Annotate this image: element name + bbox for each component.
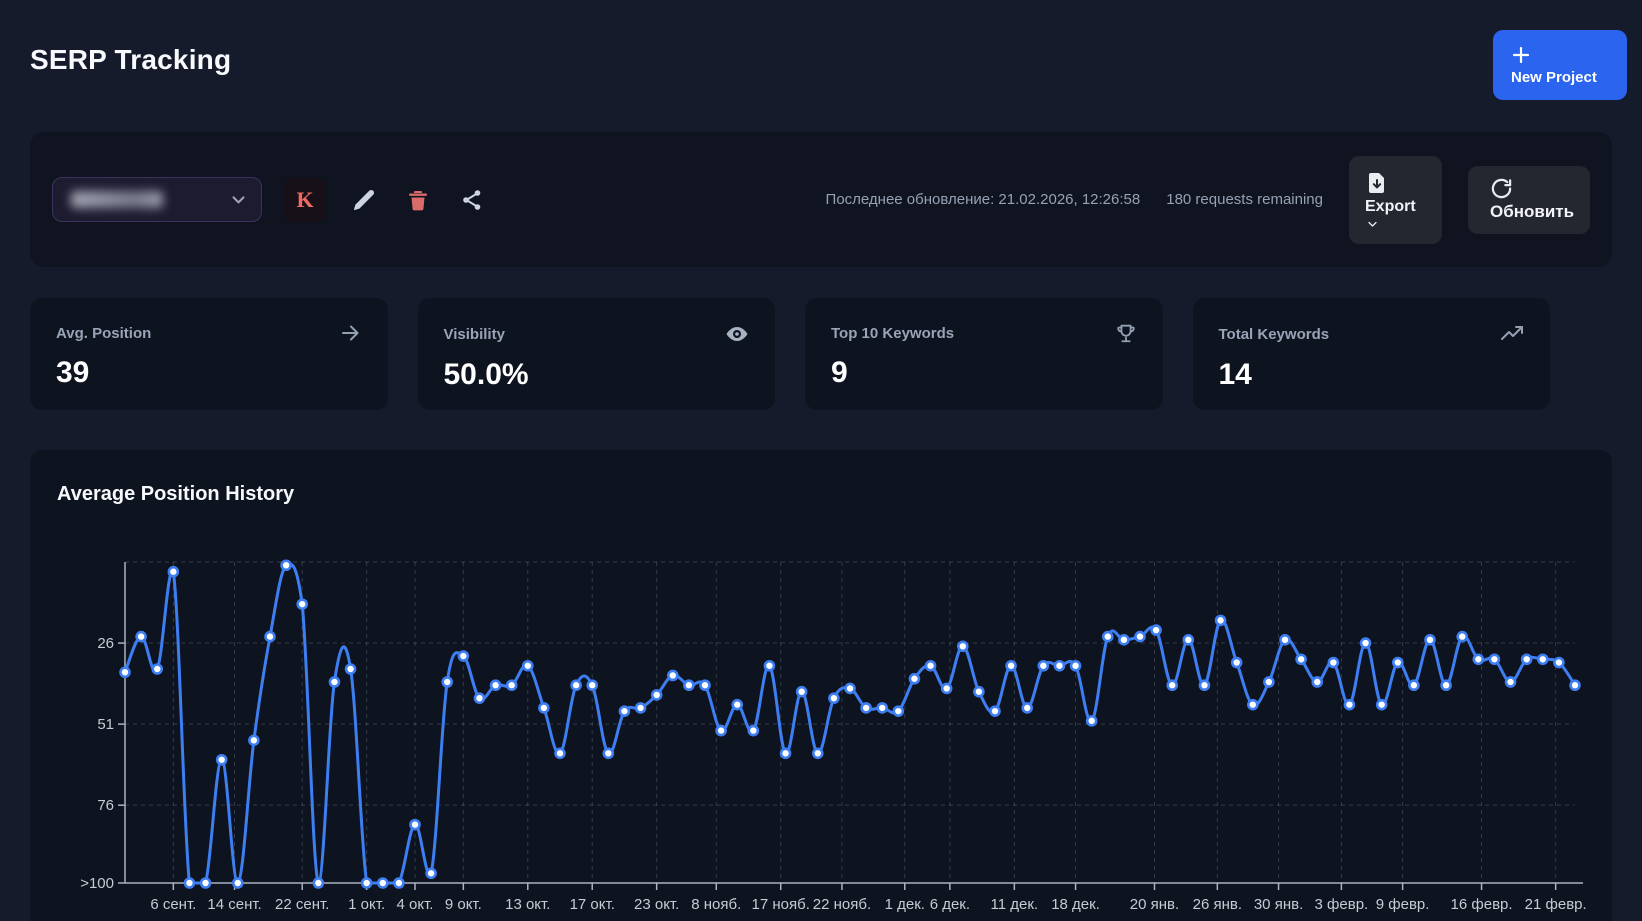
eye-icon — [725, 322, 749, 346]
svg-text:13 окт.: 13 окт. — [505, 896, 550, 913]
export-button[interactable]: Export — [1349, 156, 1442, 244]
toolbar-left: K — [52, 177, 488, 222]
svg-text:3 февр.: 3 февр. — [1315, 896, 1369, 913]
svg-text:11 дек.: 11 дек. — [991, 896, 1039, 913]
stat-label: Total Keywords — [1219, 326, 1330, 343]
svg-text:9 февр.: 9 февр. — [1376, 896, 1430, 913]
stat-label: Visibility — [444, 326, 505, 343]
svg-text:17 нояб.: 17 нояб. — [752, 896, 810, 913]
svg-text:76: 76 — [97, 797, 114, 814]
stat-value: 50.0% — [444, 358, 750, 392]
edit-project-button[interactable] — [348, 184, 380, 216]
share-icon — [460, 188, 484, 212]
share-project-button[interactable] — [456, 184, 488, 216]
pencil-icon — [352, 188, 376, 212]
stat-label: Top 10 Keywords — [831, 325, 954, 342]
svg-text:8 нояб.: 8 нояб. — [691, 896, 741, 913]
project-select-value-redacted — [71, 191, 163, 208]
stat-card-visibility: Visibility 50.0% — [418, 298, 776, 410]
refresh-button[interactable]: Обновить — [1468, 166, 1590, 234]
stat-card-total-keywords: Total Keywords 14 — [1193, 298, 1551, 410]
svg-text:14 сент.: 14 сент. — [207, 896, 261, 913]
chevron-down-icon — [230, 191, 247, 208]
svg-text:17 окт.: 17 окт. — [570, 896, 615, 913]
svg-text:>100: >100 — [80, 875, 114, 892]
svg-text:21 февр.: 21 февр. — [1525, 896, 1587, 913]
svg-text:30 янв.: 30 янв. — [1254, 896, 1303, 913]
project-select[interactable] — [52, 177, 262, 222]
svg-text:16 февр.: 16 февр. — [1451, 896, 1513, 913]
page-title: SERP Tracking — [30, 44, 231, 76]
serp-tracking-page: SERP Tracking New Project K — [0, 0, 1642, 921]
new-project-button[interactable]: New Project — [1493, 30, 1627, 100]
stats-row: Avg. Position 39 Visibility 50.0% — [30, 298, 1550, 410]
export-label: Export — [1365, 198, 1442, 216]
file-download-icon — [1365, 171, 1442, 195]
trophy-icon — [1115, 322, 1137, 344]
svg-text:22 нояб.: 22 нояб. — [813, 896, 871, 913]
svg-text:6 дек.: 6 дек. — [930, 896, 970, 913]
delete-project-button[interactable] — [402, 184, 434, 216]
requests-remaining-text: 180 requests remaining — [1166, 191, 1323, 208]
svg-text:26: 26 — [97, 635, 114, 652]
svg-text:1 дек.: 1 дек. — [885, 896, 925, 913]
plus-icon — [1511, 45, 1627, 65]
trending-up-icon — [1500, 322, 1524, 346]
svg-text:18 дек.: 18 дек. — [1051, 896, 1100, 913]
new-project-label: New Project — [1511, 69, 1627, 86]
toolbar-right: Последнее обновление: 21.02.2026, 12:26:… — [826, 156, 1590, 244]
svg-text:51: 51 — [97, 716, 114, 733]
svg-text:20 янв.: 20 янв. — [1130, 896, 1179, 913]
svg-text:26 янв.: 26 янв. — [1193, 896, 1242, 913]
last-update-text: Последнее обновление: 21.02.2026, 12:26:… — [826, 191, 1141, 208]
chevron-down-icon — [1365, 218, 1442, 230]
avg-position-history-panel: Average Position History 26 51 76 >100 6 сен… — [30, 450, 1612, 921]
refresh-label: Обновить — [1490, 202, 1590, 222]
avg-position-history-chart: 26 51 76 >100 6 сент. 14 сент. 22 сент. 1 окт. 4… — [30, 530, 1612, 921]
project-engine-badge[interactable]: K — [284, 178, 326, 222]
stat-value: 14 — [1219, 358, 1525, 392]
svg-text:22 сент.: 22 сент. — [275, 896, 329, 913]
svg-text:6 сент.: 6 сент. — [150, 896, 196, 913]
stat-value: 9 — [831, 356, 1137, 390]
toolbar-panel: K — [30, 132, 1612, 267]
svg-text:23 окт.: 23 окт. — [634, 896, 679, 913]
chart-title: Average Position History — [57, 483, 294, 506]
svg-text:9 окт.: 9 окт. — [445, 896, 482, 913]
svg-text:4 окт.: 4 окт. — [397, 896, 434, 913]
svg-text:1 окт.: 1 окт. — [348, 896, 385, 913]
stat-label: Avg. Position — [56, 325, 151, 342]
stat-card-top10-keywords: Top 10 Keywords 9 — [805, 298, 1163, 410]
trash-icon — [406, 188, 430, 212]
stat-value: 39 — [56, 356, 362, 390]
arrow-right-icon — [340, 322, 362, 344]
refresh-icon — [1490, 177, 1590, 200]
stat-card-avg-position: Avg. Position 39 — [30, 298, 388, 410]
